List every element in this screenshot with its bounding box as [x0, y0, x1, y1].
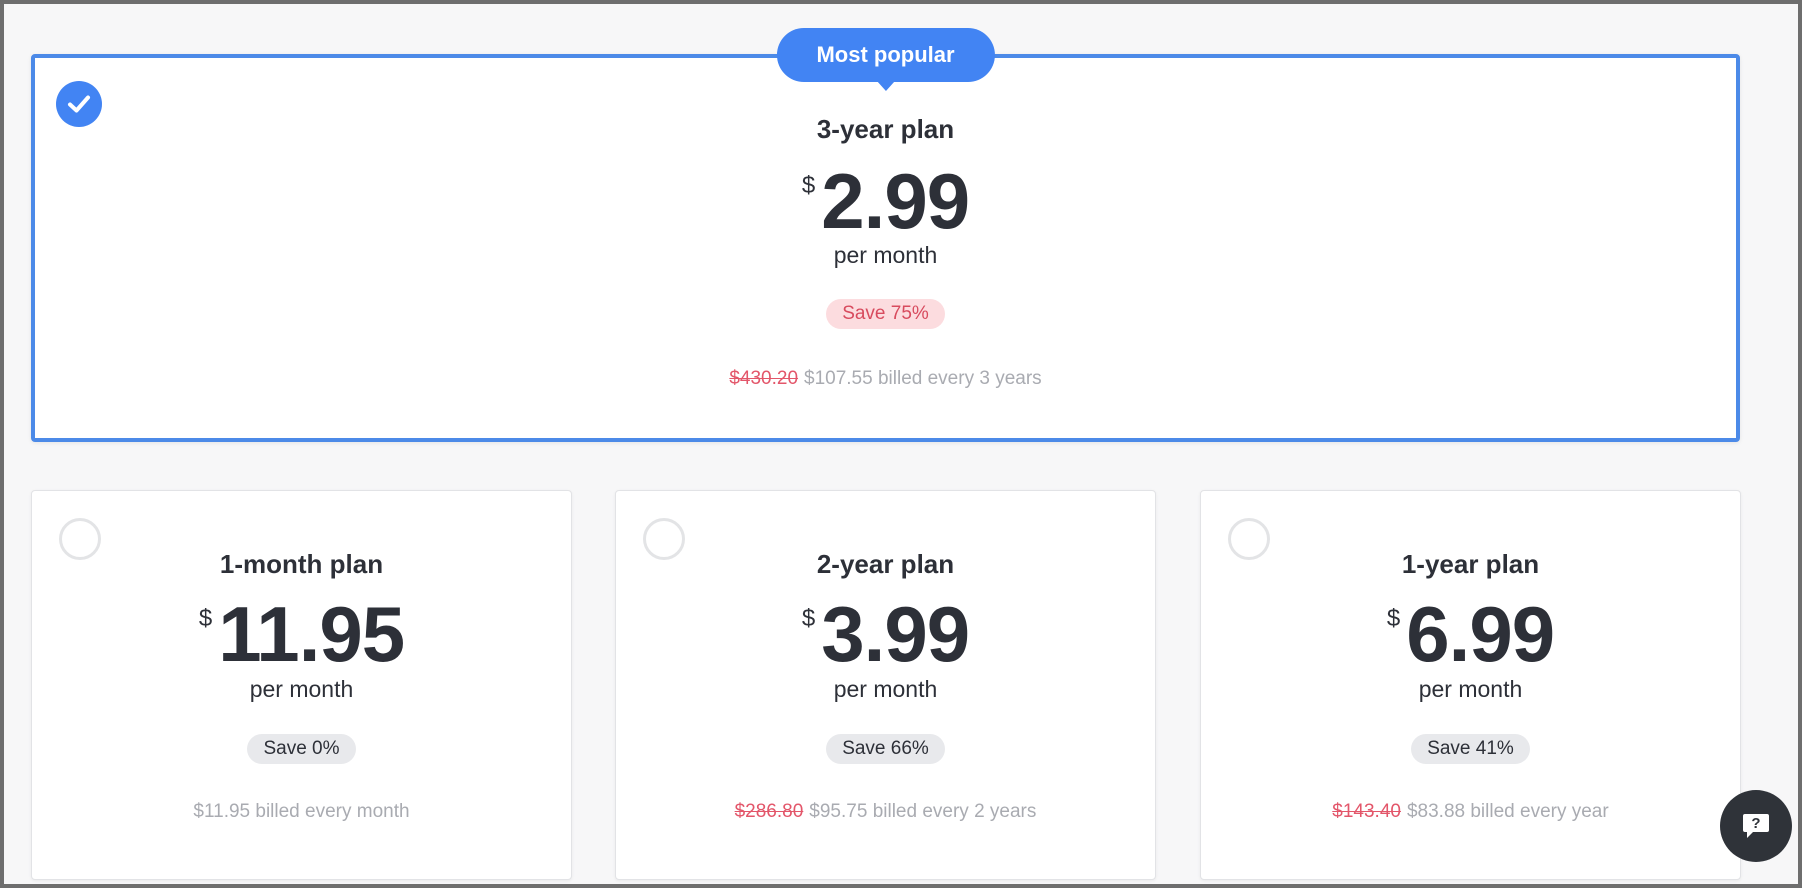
currency-symbol: $ — [1386, 605, 1401, 632]
price-amount: 11.95 — [218, 590, 405, 678]
price-period: per month — [1418, 676, 1523, 702]
plan-card-1-month[interactable]: 1-month plan $ 11.95 per month Save 0% $… — [31, 490, 572, 880]
billing-text: $11.95 billed every month — [193, 801, 410, 822]
chat-glyph: ? — [1751, 815, 1760, 832]
billing-info: $11.95 billed every month — [32, 801, 571, 823]
billing-info: $430.20 $107.55 billed every 3 years — [35, 368, 1736, 390]
price: $ 3.99 — [616, 595, 1155, 673]
billing-text: $95.75 billed every 2 years — [809, 801, 1037, 822]
plan-title: 2-year plan — [816, 549, 955, 579]
currency-symbol: $ — [198, 605, 213, 632]
price-period: per month — [833, 676, 938, 702]
price-period: per month — [833, 242, 938, 268]
price-amount: 2.99 — [821, 157, 970, 245]
plan-title: 3-year plan — [816, 114, 955, 144]
plan-title: 1-month plan — [219, 549, 384, 579]
price-period: per month — [249, 676, 354, 702]
most-popular-ribbon: Most popular — [776, 28, 995, 82]
billing-text: $107.55 billed every 3 years — [804, 368, 1042, 389]
original-price: $286.80 — [734, 801, 804, 822]
save-badge: Save 66% — [826, 734, 945, 764]
plan-title: 1-year plan — [1401, 549, 1540, 579]
plan-card-2-year[interactable]: 2-year plan $ 3.99 per month Save 66% $2… — [615, 490, 1156, 880]
original-price: $430.20 — [729, 368, 799, 389]
billing-text: $83.88 billed every year — [1406, 801, 1609, 822]
billing-info: $143.40 $83.88 billed every year — [1201, 801, 1740, 823]
price-amount: 6.99 — [1406, 590, 1555, 678]
plan-card-3-year[interactable]: Most popular 3-year plan $ 2.99 per mont… — [31, 28, 1740, 442]
price-amount: 3.99 — [821, 590, 970, 678]
checkmark-icon — [68, 95, 90, 113]
billing-info: $286.80 $95.75 billed every 2 years — [616, 801, 1155, 823]
chat-help-button[interactable]: ? — [1720, 790, 1792, 862]
price: $ 11.95 — [32, 595, 571, 673]
save-badge: Save 75% — [826, 299, 945, 329]
original-price: $143.40 — [1332, 801, 1401, 822]
plan-card-1-year[interactable]: 1-year plan $ 6.99 per month Save 41% $1… — [1200, 490, 1741, 880]
save-badge: Save 0% — [247, 734, 356, 764]
price: $ 6.99 — [1201, 595, 1740, 673]
chat-help-icon: ? — [1743, 814, 1769, 838]
save-badge: Save 41% — [1411, 734, 1530, 764]
page-frame: Most popular 3-year plan $ 2.99 per mont… — [0, 0, 1802, 888]
price: $ 2.99 — [35, 162, 1736, 240]
currency-symbol: $ — [801, 605, 816, 632]
currency-symbol: $ — [801, 172, 816, 199]
